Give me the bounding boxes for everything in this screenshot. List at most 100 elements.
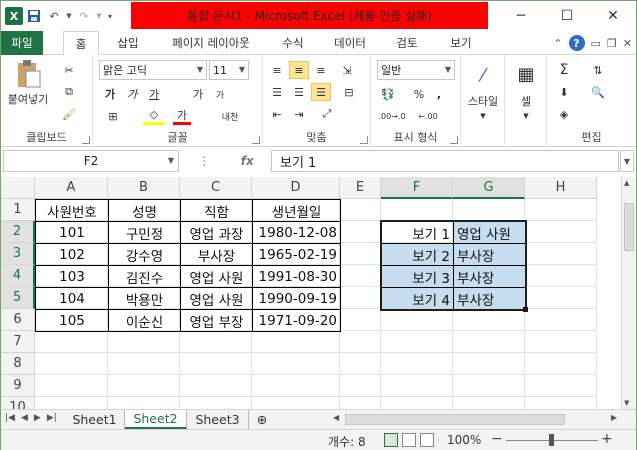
vertical-scroll-thumb[interactable] (624, 203, 634, 251)
select-all-corner[interactable] (1, 177, 35, 199)
fill-handle[interactable] (523, 307, 528, 312)
cell-f2[interactable]: 보기 1 (381, 221, 454, 244)
phonetic-guide-button[interactable]: 내천 (217, 107, 243, 125)
cell-g5[interactable]: 부사장 (453, 287, 526, 310)
font-size-combo[interactable]: 11 ▼ (209, 60, 249, 80)
cell-c3[interactable]: 부사장 (180, 243, 253, 266)
zoom-in-icon[interactable]: + (601, 431, 613, 447)
align-right-icon[interactable]: ☰ (311, 83, 331, 101)
clipboard-dialog-launcher[interactable] (82, 136, 90, 144)
sheet-tab-sheet3[interactable]: Sheet3 (187, 410, 249, 429)
cell-d10[interactable] (252, 397, 340, 409)
font-color-button[interactable]: 가 (173, 107, 191, 125)
close-button[interactable]: ✕ (590, 1, 636, 31)
cell-d9[interactable] (252, 375, 340, 397)
redo-icon[interactable]: ↷ (75, 7, 93, 25)
cell-a1[interactable]: 사원번호 (35, 199, 109, 222)
scroll-down-icon[interactable]: ▼ (624, 399, 629, 407)
tab-formulas[interactable]: 수식 (273, 31, 313, 55)
fx-button[interactable]: fx (241, 154, 254, 168)
cell-a8[interactable] (35, 353, 108, 375)
customize-qat-icon[interactable]: ▾ (105, 7, 115, 25)
number-format-combo[interactable]: 일반 ▼ (377, 60, 455, 80)
styles-icon[interactable]: ⁄ (469, 61, 497, 89)
page-break-view-icon[interactable] (420, 433, 434, 447)
minimize-button[interactable]: ─ (498, 1, 544, 31)
sheet-tab-sheet2[interactable]: Sheet2 (125, 410, 187, 429)
new-sheet-icon[interactable]: ⊕ (249, 410, 275, 429)
cell-d4[interactable]: 1991-08-30 (252, 265, 341, 288)
orientation-icon[interactable]: ⤢ (315, 105, 339, 123)
cell-g9[interactable] (453, 375, 525, 397)
cell-e6[interactable] (340, 309, 381, 331)
row-header-5[interactable]: 5 (1, 287, 35, 309)
cell-b4[interactable]: 김진수 (108, 265, 181, 288)
cell-f8[interactable] (381, 353, 453, 375)
cell-e5[interactable] (340, 287, 381, 309)
maximize-button[interactable]: ☐ (544, 1, 590, 31)
cell-d1[interactable]: 생년월일 (252, 199, 341, 222)
cell-b9[interactable] (108, 375, 180, 397)
row-header-8[interactable]: 8 (1, 353, 35, 375)
align-center-icon[interactable]: ☰ (289, 83, 309, 101)
cell-e7[interactable] (340, 331, 381, 353)
cell-g6[interactable] (453, 309, 525, 331)
tab-view[interactable]: 보기 (441, 31, 481, 55)
cell-e9[interactable] (340, 375, 381, 397)
row-header-4[interactable]: 4 (1, 265, 35, 287)
cell-b7[interactable] (108, 331, 180, 353)
cell-a10[interactable] (35, 397, 108, 409)
column-header-d[interactable]: D (252, 177, 340, 199)
cell-h6[interactable] (525, 309, 597, 331)
cell-h5[interactable] (525, 287, 597, 309)
font-dialog-launcher[interactable] (252, 136, 260, 144)
workbook-restore-icon[interactable]: ❐ (607, 37, 617, 50)
cell-c1[interactable]: 직함 (180, 199, 253, 222)
cell-h1[interactable] (525, 199, 597, 221)
bold-button[interactable]: 가 (101, 85, 119, 103)
cell-g2[interactable]: 영업 사원 (453, 221, 526, 244)
cell-d2[interactable]: 1980-12-08 (252, 221, 341, 244)
cell-d3[interactable]: 1965-02-19 (252, 243, 341, 266)
collapse-ribbon-icon[interactable]: ⌃ (553, 37, 562, 50)
tab-data[interactable]: 데이터 (325, 31, 375, 55)
cell-c2[interactable]: 영업 과장 (180, 221, 253, 244)
wrap-text-icon[interactable]: ⇲ (337, 61, 357, 79)
chevron-down-icon[interactable]: ▼ (520, 111, 532, 121)
format-painter-icon[interactable]: 🖌 (59, 105, 79, 123)
cell-b1[interactable]: 성명 (108, 199, 181, 222)
row-header-7[interactable]: 7 (1, 331, 35, 353)
percent-button[interactable]: % (411, 85, 427, 103)
shrink-font-button[interactable]: 가 (211, 85, 229, 103)
name-box[interactable]: F2 ▼ (3, 150, 179, 172)
scroll-left-icon[interactable]: ◀ (333, 413, 339, 422)
workbook-minimize-icon[interactable]: ▭ (591, 37, 601, 50)
save-icon[interactable] (25, 7, 43, 25)
find-select-icon[interactable]: 🔍 (587, 83, 609, 101)
cell-c5[interactable]: 영업 사원 (180, 287, 253, 310)
increase-indent-icon[interactable]: ⇥ (289, 105, 309, 123)
workbook-close-icon[interactable]: ✕ (623, 37, 632, 50)
italic-button[interactable]: 가 (123, 85, 141, 103)
decrease-indent-icon[interactable]: ⇤ (267, 105, 287, 123)
scroll-right-icon[interactable]: ▶ (611, 413, 617, 422)
cell-b6[interactable]: 이순신 (108, 309, 181, 332)
prev-sheet-icon[interactable]: ◀ (21, 413, 28, 423)
tab-home[interactable]: 홈 (63, 31, 99, 56)
horizontal-scroll-thumb[interactable] (345, 414, 565, 425)
cell-e2[interactable] (340, 221, 381, 243)
cell-a7[interactable] (35, 331, 108, 353)
cell-e8[interactable] (340, 353, 381, 375)
align-bottom-icon[interactable]: ≡ (311, 61, 331, 79)
row-header-2[interactable]: 2 (1, 221, 35, 243)
page-layout-view-icon[interactable] (402, 433, 416, 447)
cell-b2[interactable]: 구민정 (108, 221, 181, 244)
cell-f3[interactable]: 보기 2 (381, 243, 454, 266)
cell-a9[interactable] (35, 375, 108, 397)
row-header-1[interactable]: 1 (1, 199, 35, 221)
cell-e10[interactable] (340, 397, 381, 409)
borders-icon[interactable]: ⊞ (101, 107, 125, 125)
paste-button[interactable]: 붙여넣기 (7, 59, 49, 107)
decrease-decimal-button[interactable]: ←.00 (413, 107, 443, 125)
cell-d5[interactable]: 1990-09-19 (252, 287, 341, 310)
